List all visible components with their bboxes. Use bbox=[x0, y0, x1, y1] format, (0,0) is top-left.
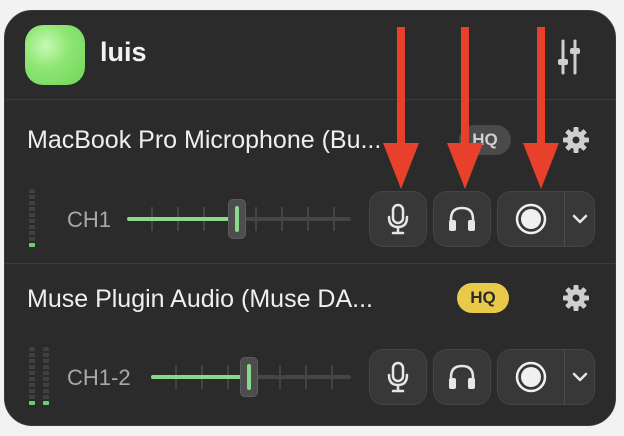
headphones-icon bbox=[449, 364, 475, 389]
headphones-icon bbox=[449, 206, 475, 231]
mic-button[interactable] bbox=[369, 349, 427, 405]
record-control bbox=[497, 191, 595, 247]
device-name: MacBook Pro Microphone (Bu... bbox=[27, 126, 382, 154]
volume-slider-thumb[interactable] bbox=[227, 199, 246, 239]
record-options-button[interactable] bbox=[565, 350, 595, 404]
microphone-icon bbox=[387, 203, 409, 235]
device-name: Muse Plugin Audio (Muse DA... bbox=[27, 285, 373, 313]
level-meter bbox=[29, 189, 35, 247]
record-control bbox=[497, 349, 595, 405]
record-button[interactable] bbox=[498, 350, 564, 404]
channel-label: CH1 bbox=[67, 207, 112, 232]
record-button[interactable] bbox=[498, 192, 564, 246]
username: luis bbox=[100, 37, 147, 67]
volume-slider-thumb[interactable] bbox=[240, 357, 258, 397]
divider bbox=[5, 263, 615, 264]
audio-panel: luis MacBook Pro Microphone (Bu... HQ CH… bbox=[4, 10, 616, 426]
volume-slider[interactable] bbox=[127, 199, 351, 239]
level-meter-left bbox=[29, 347, 35, 405]
monitor-button[interactable] bbox=[433, 191, 491, 247]
record-icon bbox=[515, 203, 547, 235]
gear-icon[interactable] bbox=[561, 125, 591, 155]
record-options-button[interactable] bbox=[565, 192, 595, 246]
annotation-arrow bbox=[447, 27, 483, 189]
chevron-down-icon bbox=[572, 372, 588, 382]
microphone-icon bbox=[387, 361, 409, 393]
monitor-button[interactable] bbox=[433, 349, 491, 405]
annotation-arrow bbox=[523, 27, 559, 189]
gear-icon[interactable] bbox=[561, 283, 591, 313]
channel-label: CH1-2 bbox=[67, 365, 131, 390]
annotation-arrow bbox=[383, 27, 419, 189]
chevron-down-icon bbox=[572, 214, 588, 224]
record-icon bbox=[515, 361, 547, 393]
avatar[interactable] bbox=[25, 25, 85, 85]
hq-toggle[interactable]: HQ bbox=[457, 283, 509, 313]
level-meter-right bbox=[43, 347, 49, 405]
volume-slider[interactable] bbox=[151, 357, 351, 397]
mic-button[interactable] bbox=[369, 191, 427, 247]
